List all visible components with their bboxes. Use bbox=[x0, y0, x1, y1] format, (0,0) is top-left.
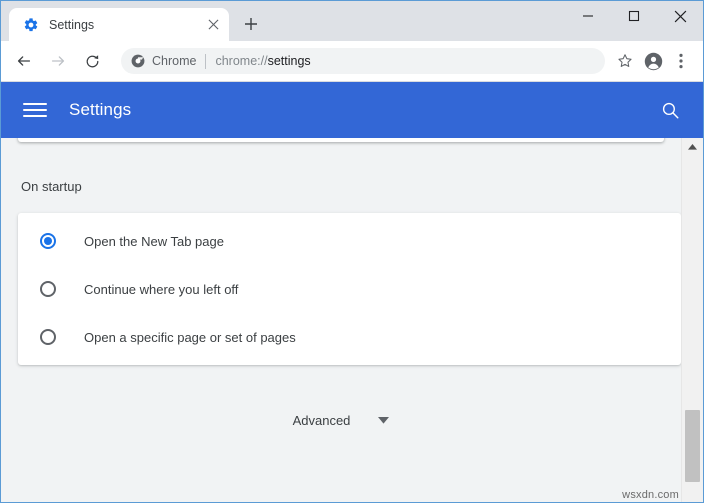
browser-toolbar: Chrome chrome://settings bbox=[1, 41, 703, 82]
scrollbar-thumb[interactable] bbox=[685, 410, 700, 482]
vertical-scrollbar[interactable] bbox=[681, 138, 703, 503]
chevron-down-icon[interactable] bbox=[378, 417, 389, 424]
profile-avatar-icon[interactable] bbox=[639, 47, 667, 75]
tab-title: Settings bbox=[49, 18, 191, 32]
radio-option-new-tab-page[interactable]: Open the New Tab page bbox=[18, 217, 681, 265]
window-controls bbox=[565, 1, 703, 31]
browser-window: Settings bbox=[0, 0, 704, 503]
omnibox-url-path: settings bbox=[268, 54, 311, 68]
tab-strip: Settings bbox=[1, 1, 703, 41]
chrome-logo-icon bbox=[131, 54, 145, 68]
scroll-up-arrow-icon[interactable] bbox=[682, 138, 703, 155]
three-dot-menu-icon[interactable] bbox=[667, 47, 695, 75]
window-minimize-button[interactable] bbox=[565, 1, 611, 31]
radio-option-specific-pages[interactable]: Open a specific page or set of pages bbox=[18, 313, 681, 361]
forward-button[interactable] bbox=[43, 46, 73, 76]
previous-section-card-partial bbox=[18, 138, 664, 142]
radio-button-icon[interactable] bbox=[40, 281, 56, 297]
radio-option-label: Open a specific page or set of pages bbox=[84, 330, 296, 345]
omnibox-chip-label: Chrome bbox=[152, 54, 196, 68]
page-title: Settings bbox=[69, 100, 655, 120]
reload-button[interactable] bbox=[77, 46, 107, 76]
hamburger-menu-icon[interactable] bbox=[23, 98, 47, 122]
star-icon[interactable] bbox=[611, 47, 639, 75]
advanced-expand-button[interactable]: Advanced bbox=[1, 413, 681, 428]
radio-button-icon[interactable] bbox=[40, 329, 56, 345]
new-tab-button[interactable] bbox=[237, 10, 265, 38]
back-button[interactable] bbox=[9, 46, 39, 76]
radio-button-icon[interactable] bbox=[40, 233, 56, 249]
watermark-text: wsxdn.com bbox=[622, 489, 679, 501]
tab-settings[interactable]: Settings bbox=[9, 8, 229, 41]
tab-close-button[interactable] bbox=[201, 13, 225, 37]
window-maximize-button[interactable] bbox=[611, 1, 657, 31]
on-startup-card: Open the New Tab page Continue where you… bbox=[18, 213, 681, 365]
address-bar[interactable]: Chrome chrome://settings bbox=[121, 48, 605, 74]
radio-option-label: Open the New Tab page bbox=[84, 234, 224, 249]
settings-header-bar: Settings bbox=[1, 82, 703, 138]
search-icon[interactable] bbox=[655, 95, 685, 125]
omnibox-url-text: chrome://settings bbox=[215, 54, 599, 68]
window-close-button[interactable] bbox=[657, 1, 703, 31]
omnibox-url-scheme: chrome:// bbox=[215, 54, 267, 68]
settings-content-area: On startup Open the New Tab page Continu… bbox=[1, 138, 703, 503]
gear-icon bbox=[23, 17, 39, 33]
advanced-label: Advanced bbox=[293, 413, 351, 428]
radio-option-label: Continue where you left off bbox=[84, 282, 238, 297]
radio-option-continue-where-left-off[interactable]: Continue where you left off bbox=[18, 265, 681, 313]
section-heading-on-startup: On startup bbox=[21, 179, 82, 194]
omnibox-separator bbox=[205, 54, 206, 69]
settings-scroll-viewport: On startup Open the New Tab page Continu… bbox=[1, 138, 681, 503]
